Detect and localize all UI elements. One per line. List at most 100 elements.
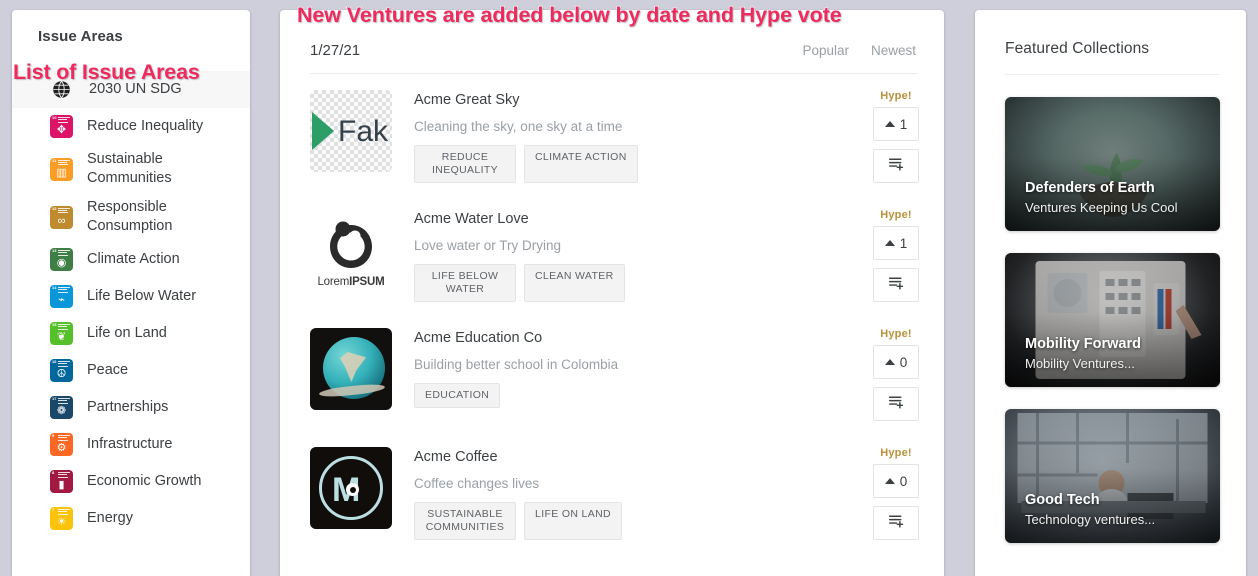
sidebar-title: Issue Areas	[38, 28, 123, 45]
upvote-triangle-icon	[884, 121, 895, 127]
sidebar-item-reduce-inequality[interactable]: 10 ✥ Reduce Inequality	[12, 108, 250, 145]
add-to-collection-button[interactable]	[873, 268, 919, 302]
venture-details: Acme Great Sky Cleaning the sky, one sky …	[414, 90, 860, 183]
hype-column: Hype! 1	[868, 90, 924, 183]
issue-areas-sidebar: Issue Areas 2030 UN SDG 10 ✥ Reduce Inequal…	[12, 10, 250, 576]
venture-logo: M	[310, 447, 392, 529]
sidebar-item-infrastructure[interactable]: 9 ⚙ Infrastructure	[12, 426, 250, 463]
hype-column: Hype! 1	[868, 209, 924, 302]
sidebar-item-label: Infrastructure	[87, 436, 173, 452]
collection-name: Good Tech	[1025, 492, 1100, 508]
sort-popular[interactable]: Popular	[802, 43, 849, 58]
venture-name[interactable]: Acme Great Sky	[414, 91, 860, 109]
sidebar-item-sustainable-communities[interactable]: 11 ▥ Sustainable Communities	[12, 145, 250, 193]
hype-vote-button[interactable]: 0	[873, 464, 919, 498]
collection-caption: Good Tech Technology ventures...	[1025, 491, 1155, 529]
venture-tag-chip[interactable]: EDUCATION	[414, 383, 501, 408]
venture-name[interactable]: Acme Water Love	[414, 210, 860, 228]
venture-logo	[310, 328, 392, 410]
venture-tag-chip[interactable]: LIFE ON LAND	[524, 502, 622, 540]
hype-count: 1	[899, 235, 908, 251]
hype-vote-button[interactable]: 0	[873, 345, 919, 379]
add-to-collection-icon	[888, 393, 905, 415]
sidebar-item-label: Peace	[87, 362, 129, 378]
sort-newest[interactable]: Newest	[871, 43, 916, 58]
sidebar-item-life-below-water[interactable]: 14 ⌁ Life Below Water	[12, 278, 250, 315]
venture-name[interactable]: Acme Coffee	[414, 448, 860, 466]
venture-tag-chip[interactable]: LIFE BELOW WATER	[414, 264, 516, 302]
ventures-feed-panel: 1/27/21 Popular Newest Fak Acme Great Sky C…	[280, 10, 944, 576]
sdg-industry-innovation-icon: 9 ⚙	[50, 433, 73, 456]
sidebar-item-responsible-consumption[interactable]: 12 ∞ Responsible Consumption	[12, 193, 250, 241]
hype-count: 0	[899, 354, 908, 370]
sidebar-item-label: Life Below Water	[87, 288, 197, 304]
sidebar-item-energy[interactable]: 7 ☀ Energy	[12, 500, 250, 537]
feed-date: 1/27/21	[310, 42, 361, 59]
add-to-collection-icon	[888, 512, 905, 534]
sidebar-item-economic-growth[interactable]: 8 ▮ Economic Growth	[12, 463, 250, 500]
featured-divider	[1005, 74, 1220, 75]
collection-caption: Mobility Forward Mobility Ventures...	[1025, 335, 1141, 373]
featured-collection-card[interactable]: Good Tech Technology ventures...	[1005, 409, 1220, 543]
add-to-collection-icon	[888, 274, 905, 296]
add-to-collection-icon	[888, 155, 905, 177]
venture-tags: REDUCE INEQUALITY CLIMATE ACTION	[414, 145, 860, 183]
featured-collections-title: Featured Collections	[1005, 40, 1150, 57]
venture-card[interactable]: Fak Acme Great Sky Cleaning the sky, one s…	[280, 74, 944, 193]
add-to-collection-button[interactable]	[873, 149, 919, 183]
collection-name: Mobility Forward	[1025, 336, 1141, 352]
venture-tag-chip[interactable]: REDUCE INEQUALITY	[414, 145, 516, 183]
hype-count: 1	[899, 116, 908, 132]
sidebar-item-peace[interactable]: 16 ☮ Peace	[12, 352, 250, 389]
venture-tag-chip[interactable]: SUSTAINABLE COMMUNITIES	[414, 502, 516, 540]
add-to-collection-button[interactable]	[873, 506, 919, 540]
sidebar-item-label: Sustainable Communities	[87, 151, 172, 186]
sidebar-item-climate-action[interactable]: 13 ◉ Climate Action	[12, 241, 250, 278]
venture-tag-chip[interactable]: CLIMATE ACTION	[524, 145, 638, 183]
collection-description: Mobility Ventures...	[1025, 356, 1135, 371]
venture-tagline: Love water or Try Drying	[414, 238, 562, 253]
add-to-collection-button[interactable]	[873, 387, 919, 421]
venture-logo: Fak	[310, 90, 392, 172]
featured-collection-card[interactable]: Defenders of Earth Ventures Keeping Us Co…	[1005, 97, 1220, 231]
venture-tags: SUSTAINABLE COMMUNITIES LIFE ON LAND	[414, 502, 860, 540]
venture-name[interactable]: Acme Education Co	[414, 329, 860, 347]
sidebar-item-label: Energy	[87, 510, 133, 526]
venture-tags: LIFE BELOW WATER CLEAN WATER	[414, 264, 860, 302]
collection-description: Ventures Keeping Us Cool	[1025, 200, 1178, 215]
hype-column: Hype! 0	[868, 447, 924, 540]
sidebar-item-2030-un-sdg[interactable]: 2030 UN SDG	[12, 71, 250, 108]
sdg-reduce-inequality-icon: 10 ✥	[50, 115, 73, 138]
venture-card[interactable]: M Acme Coffee Coffee changes lives SUSTAINA…	[280, 431, 944, 550]
sidebar-item-life-on-land[interactable]: 15 ❦ Life on Land	[12, 315, 250, 352]
featured-collection-card[interactable]: Mobility Forward Mobility Ventures...	[1005, 253, 1220, 387]
sort-controls: Popular Newest	[802, 43, 916, 59]
venture-details: Acme Water Love Love water or Try Drying L…	[414, 209, 860, 302]
collection-name: Defenders of Earth	[1025, 180, 1155, 196]
feed-header: 1/27/21 Popular Newest	[280, 10, 944, 59]
sdg-life-below-water-icon: 14 ⌁	[50, 285, 73, 308]
sidebar-item-label: Economic Growth	[87, 473, 202, 489]
venture-card[interactable]: LoremIPSUM Acme Water Love Love water or T…	[280, 193, 944, 312]
upvote-triangle-icon	[884, 240, 895, 246]
sdg-peace-justice-icon: 16 ☮	[50, 359, 73, 382]
hype-label: Hype!	[880, 328, 912, 340]
hype-vote-button[interactable]: 1	[873, 226, 919, 260]
sidebar-item-label: Responsible Consumption	[87, 199, 173, 234]
sidebar-item-label: Partnerships	[87, 399, 169, 415]
sdg-partnerships-icon: 17 ❁	[50, 396, 73, 419]
venture-tag-chip[interactable]: CLEAN WATER	[524, 264, 625, 302]
sidebar-item-label: Climate Action	[87, 251, 180, 267]
collection-list: Defenders of Earth Ventures Keeping Us Co…	[975, 97, 1246, 543]
venture-tagline: Building better school in Colombia	[414, 357, 619, 372]
collection-description: Technology ventures...	[1025, 512, 1156, 527]
upvote-triangle-icon	[884, 359, 895, 365]
sidebar-item-label: Reduce Inequality	[87, 118, 204, 134]
sdg-climate-action-icon: 13 ◉	[50, 248, 73, 271]
sdg-responsible-consumption-icon: 12 ∞	[50, 205, 73, 229]
sidebar-item-partnerships[interactable]: 17 ❁ Partnerships	[12, 389, 250, 426]
venture-list: Fak Acme Great Sky Cleaning the sky, one s…	[280, 74, 944, 550]
globe-icon	[52, 80, 71, 99]
venture-card[interactable]: Acme Education Co Building better school …	[280, 312, 944, 431]
hype-vote-button[interactable]: 1	[873, 107, 919, 141]
